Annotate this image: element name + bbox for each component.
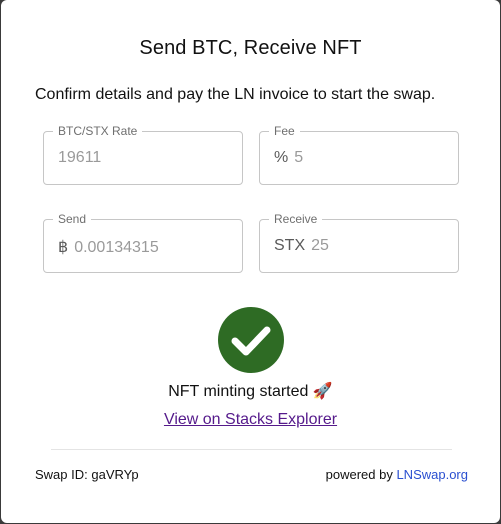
powered-by-text: powered by: [325, 467, 397, 482]
footer-divider: [51, 449, 452, 450]
powered-by: powered by LNSwap.org: [326, 467, 468, 482]
fee-value: 5: [294, 149, 304, 166]
fee-prefix: %: [274, 149, 289, 166]
rate-value: 19611: [58, 149, 102, 166]
receive-value: 25: [311, 237, 329, 254]
receive-label: Receive: [269, 212, 323, 226]
status-text: NFT minting started 🚀: [168, 383, 333, 400]
rate-field[interactable]: BTC/STX Rate 19611: [43, 124, 243, 185]
fee-field[interactable]: Fee % 5: [259, 124, 459, 185]
check-circle-icon: [218, 307, 284, 373]
rate-label: BTC/STX Rate: [53, 124, 143, 138]
send-value: 0.00134315: [74, 239, 159, 256]
dialog-description: Confirm details and pay the LN invoice t…: [35, 86, 436, 103]
send-field[interactable]: Send ฿ 0.00134315: [43, 212, 243, 273]
receive-prefix: STX: [274, 237, 306, 254]
lnswap-link[interactable]: LNSwap.org: [396, 467, 468, 482]
dialog-title: Send BTC, Receive NFT: [139, 37, 362, 59]
swap-dialog: Send BTC, Receive NFT Confirm details an…: [1, 0, 500, 523]
fee-label: Fee: [269, 124, 300, 138]
receive-field[interactable]: Receive STX 25: [259, 212, 459, 273]
send-prefix: ฿: [58, 239, 69, 256]
stacks-explorer-link[interactable]: View on Stacks Explorer: [164, 411, 337, 428]
swap-id: Swap ID: gaVRYp: [35, 467, 139, 482]
send-label: Send: [53, 212, 92, 226]
